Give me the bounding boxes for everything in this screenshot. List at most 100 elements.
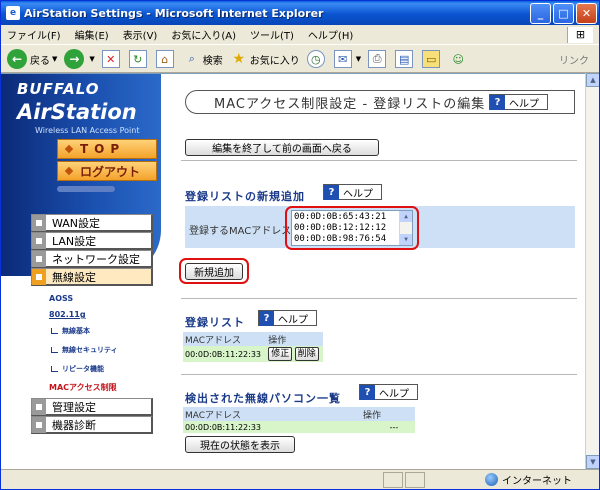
question-icon: ? [259, 310, 274, 326]
product-tagline: Wireless LAN Access Point [35, 126, 140, 135]
sidebar-item-wan[interactable]: WAN設定 [31, 214, 153, 232]
search-label: 検索 [202, 55, 223, 67]
back-to-previous-button[interactable]: 編集を終了して前の画面へ戻る [185, 139, 379, 156]
divider [181, 374, 577, 375]
security-zone: インターネット [485, 472, 585, 487]
sidebar-sub-mac-access[interactable]: MACアクセス制限 [49, 382, 117, 393]
sidebar-item-lan[interactable]: LAN設定 [31, 232, 153, 250]
menu-view[interactable]: 表示(V) [123, 27, 158, 42]
sidebar-item-label: 無線設定 [52, 270, 96, 284]
tree-branch-icon [51, 366, 58, 372]
search-icon: ⌕ [188, 52, 195, 65]
blurred-text [57, 186, 115, 192]
sidebar-item-network[interactable]: ネットワーク設定 [31, 250, 153, 268]
home-icon: ⌂ [155, 50, 174, 68]
star-icon: ★ [232, 51, 246, 67]
zone-label: インターネット [502, 476, 572, 487]
scroll-up-icon[interactable]: ▲ [586, 73, 599, 87]
sidebar-sub-repeater[interactable]: リピータ機能 [51, 364, 104, 374]
bullet-icon [64, 166, 74, 176]
page-title: MACアクセス制限設定 - 登録リストの編集 [214, 96, 486, 112]
logout-button[interactable]: ログアウト [57, 161, 157, 181]
ie-icon: e [6, 6, 20, 20]
discuss-button[interactable]: ▭ [422, 50, 442, 68]
sidebar-item-label: LAN設定 [52, 234, 97, 248]
show-status-button[interactable]: 現在の状態を表示 [185, 436, 295, 453]
note-icon: ▭ [422, 50, 441, 68]
menu-edit[interactable]: 編集(E) [75, 27, 109, 42]
home-button[interactable]: ⌂ [155, 50, 176, 68]
forward-arrow-icon: → [64, 49, 85, 69]
help-button[interactable]: ? ヘルプ [258, 310, 317, 326]
menu-file[interactable]: ファイル(F) [7, 27, 61, 42]
sidebar-sub-wireless-security[interactable]: 無線セキュリティ [51, 345, 118, 355]
edit-page-button[interactable]: ▤ [395, 50, 415, 68]
minimize-button[interactable]: _ [530, 2, 551, 24]
sidebar-item-admin[interactable]: 管理設定 [31, 398, 153, 416]
links-bar[interactable]: リンク [559, 52, 589, 67]
help-button[interactable]: ? ヘルプ [489, 94, 548, 110]
sidebar-sub-aoss[interactable]: AOSS [49, 294, 73, 303]
col-op-header: 操作 [266, 332, 323, 346]
help-button[interactable]: ? ヘルプ [359, 384, 418, 400]
edit-button[interactable]: 修正 [268, 347, 293, 361]
sidebar-item-diagnostics[interactable]: 機器診断 [31, 416, 153, 434]
stop-button[interactable]: ✕ [101, 50, 122, 68]
op-cell: 修正 削除 [266, 346, 323, 362]
delete-button[interactable]: 削除 [294, 347, 319, 361]
detected-list-heading: 検出された無線パソコン一覧 [185, 392, 341, 405]
square-icon [32, 268, 46, 285]
toolbar: ← 戻る ▼ → ▼ ✕ ↻ ⌂ ⌕ 検索 ★ お気に入り ◷ ✉ ▼ ⎙ ▤ ▭ ☺ リン… [1, 46, 599, 73]
sidebar-item-label: WAN設定 [52, 216, 101, 230]
mail-icon: ✉ [333, 50, 352, 68]
sidebar: BUFFALO AirStation Wireless LAN Access P… [1, 74, 161, 469]
sidebar-sub-label: 無線基本 [62, 327, 90, 335]
title-bar: e AirStation Settings - Microsoft Intern… [1, 1, 599, 25]
page-scrollbar[interactable]: ▲ ▼ [585, 73, 599, 469]
favorites-button[interactable]: ★ お気に入り [230, 50, 300, 68]
mac-cell: 00:0D:0B:11:22:33 [183, 346, 267, 362]
menu-favorites[interactable]: お気に入り(A) [171, 27, 236, 42]
window-title: AirStation Settings - Microsoft Internet… [24, 6, 324, 20]
col-mac-header: MACアドレス [183, 407, 361, 421]
mail-button[interactable]: ✉ ▼ [333, 50, 362, 68]
registered-list-heading: 登録リスト [185, 316, 245, 329]
printer-icon: ⎙ [368, 50, 387, 68]
refresh-button[interactable]: ↻ [128, 50, 149, 68]
tree-branch-icon [51, 328, 58, 334]
print-button[interactable]: ⎙ [368, 50, 388, 68]
detected-table: MACアドレス 操作 00:0D:0B:11:22:33 --- [183, 407, 415, 433]
col-op-header: 操作 [361, 407, 415, 421]
mac-cell: 00:0D:0B:11:22:33 [183, 421, 361, 433]
scroll-down-icon[interactable]: ▼ [586, 455, 599, 469]
main-content: MACアクセス制限設定 - 登録リストの編集 ? ヘルプ 編集を終了して前の画面へ… [161, 74, 585, 469]
messenger-button[interactable]: ☺ [449, 50, 469, 68]
back-button[interactable]: ← 戻る ▼ [7, 49, 57, 69]
help-label: ヘルプ [278, 314, 308, 326]
help-button[interactable]: ? ヘルプ [323, 184, 382, 200]
status-segment [383, 471, 403, 488]
search-button[interactable]: ⌕ 検索 [183, 50, 223, 68]
refresh-icon: ↻ [128, 50, 147, 68]
top-button[interactable]: TOP [57, 139, 157, 159]
menu-tools[interactable]: ツール(T) [250, 27, 294, 42]
tree-branch-icon [51, 347, 58, 353]
divider [181, 298, 577, 299]
menu-bar: ファイル(F) 編集(E) 表示(V) お気に入り(A) ツール(T) ヘルプ(… [1, 25, 599, 45]
sidebar-item-wireless[interactable]: 無線設定 [31, 268, 153, 286]
dropdown-arrow-icon: ▼ [89, 55, 95, 63]
close-button[interactable]: ✕ [576, 2, 597, 24]
table-row: 00:0D:0B:11:22:33 修正 削除 [183, 346, 323, 362]
top-label: TOP [80, 142, 126, 156]
forward-button[interactable]: → ▼ [64, 49, 95, 69]
col-mac-header: MACアドレス [183, 332, 267, 346]
history-button[interactable]: ◷ [306, 50, 327, 68]
square-icon [32, 214, 46, 231]
maximize-button[interactable]: □ [553, 2, 574, 24]
sidebar-sub-wireless-basic[interactable]: 無線基本 [51, 326, 90, 336]
sidebar-sub-80211g[interactable]: 802.11g [49, 310, 86, 319]
dropdown-arrow-icon: ▼ [355, 55, 362, 63]
messenger-icon: ☺ [452, 52, 464, 66]
help-label: ヘルプ [509, 98, 539, 110]
menu-help[interactable]: ヘルプ(H) [308, 27, 353, 42]
